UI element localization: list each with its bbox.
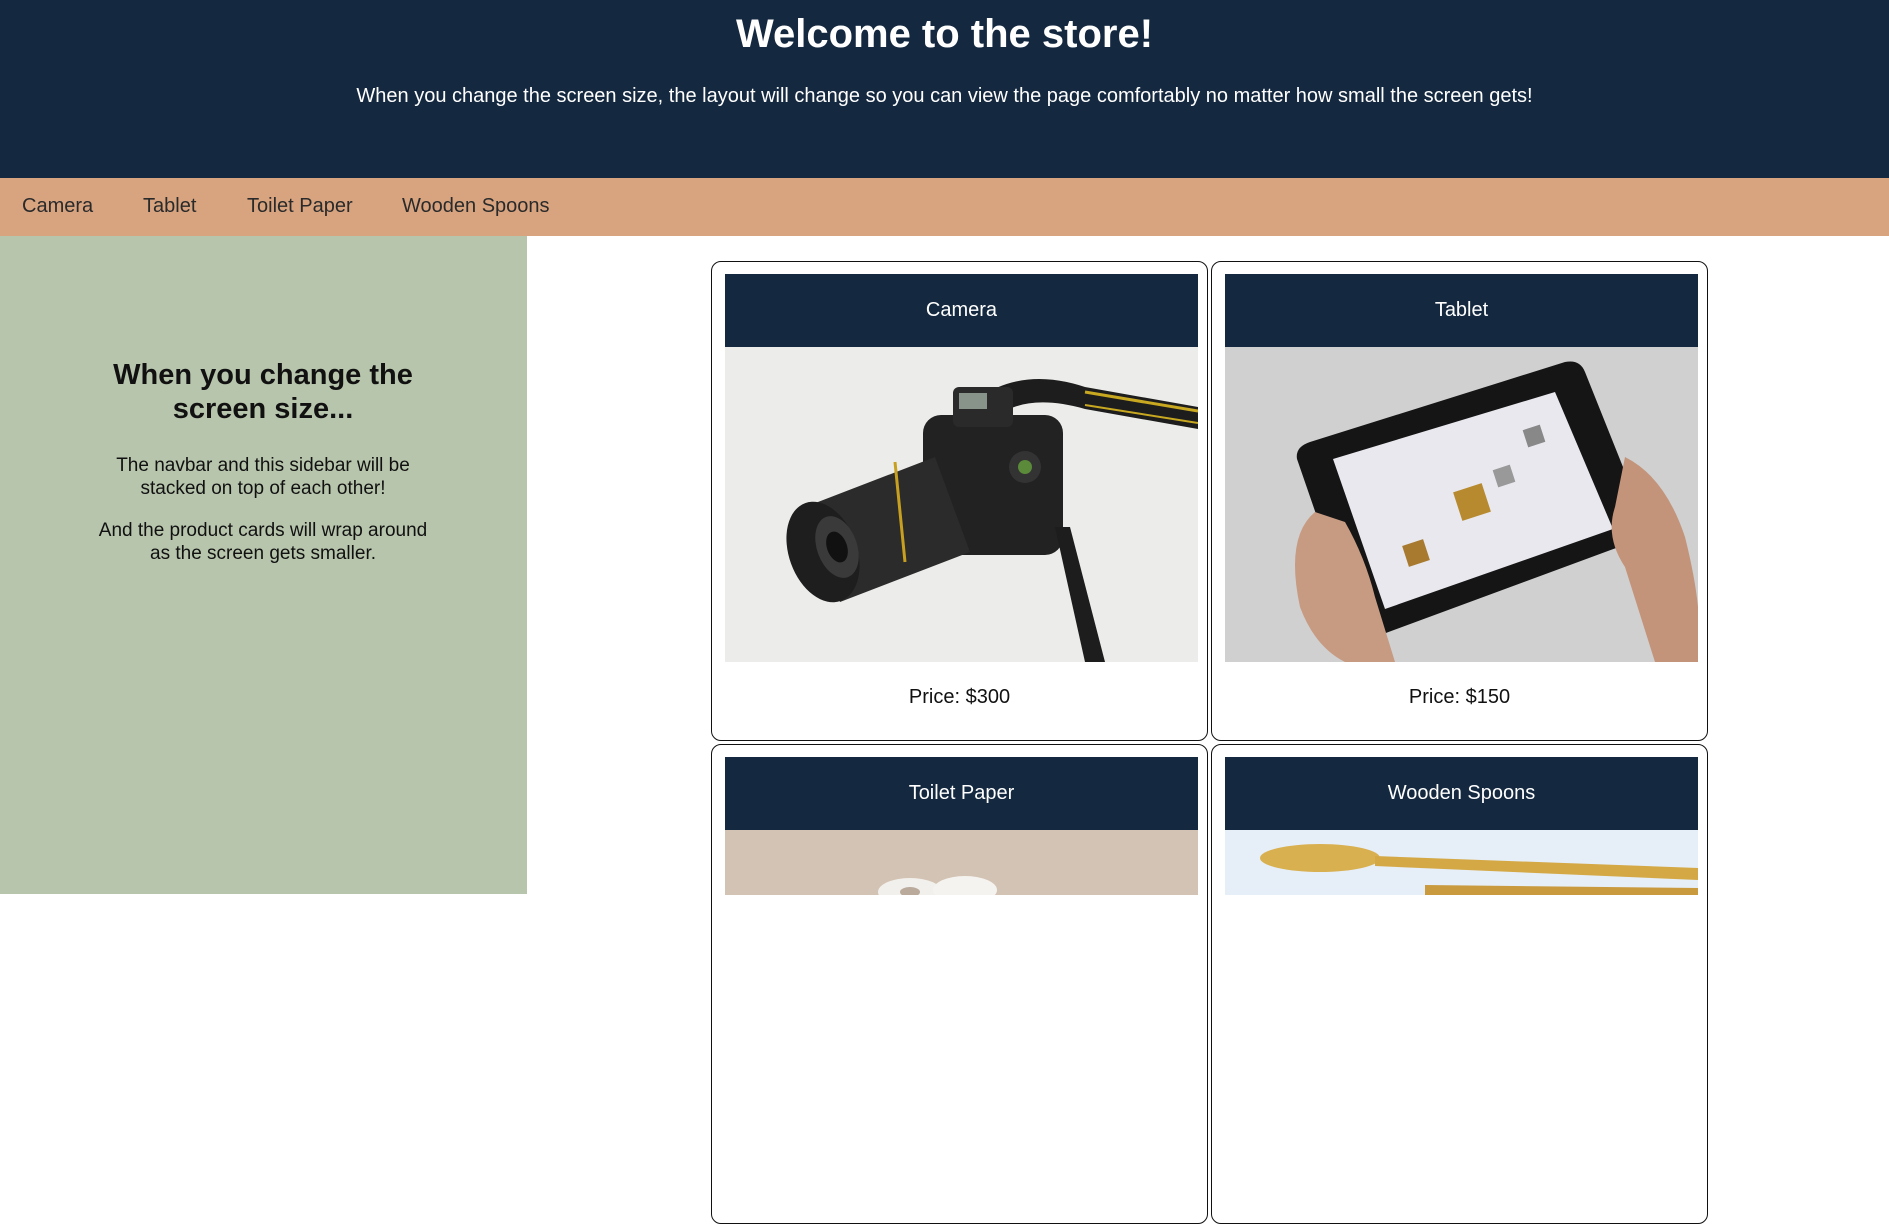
sidebar: When you change the screen size... The n… <box>0 236 527 894</box>
page-title: Welcome to the store! <box>735 12 1154 56</box>
page-subtitle: When you change the screen size, the lay… <box>356 85 1533 107</box>
tablet-image <box>1225 347 1698 662</box>
product-card-title: Camera <box>725 274 1198 347</box>
product-card-title: Toilet Paper <box>725 757 1198 830</box>
product-card-tablet[interactable]: Tablet Price: $150 <box>1211 261 1708 741</box>
nav-item-toilet-paper[interactable]: Toilet Paper <box>225 178 375 236</box>
nav-item-camera[interactable]: Camera <box>0 178 115 236</box>
wooden-spoons-image <box>1225 830 1698 895</box>
sidebar-paragraph-navbar: The navbar and this sidebar will be stac… <box>116 455 410 499</box>
product-price: Price: $300 <box>908 686 1011 708</box>
nav-item-tablet[interactable]: Tablet <box>121 178 218 236</box>
product-card-wooden-spoons[interactable]: Wooden Spoons <box>1211 744 1708 1224</box>
sidebar-heading: When you change the screen size... <box>113 359 413 425</box>
sidebar-paragraph-cards: And the product cards will wrap around a… <box>98 520 428 564</box>
product-card-title: Tablet <box>1225 274 1698 347</box>
product-card-title: Wooden Spoons <box>1225 757 1698 830</box>
site-header: Welcome to the store! When you change th… <box>0 0 1889 178</box>
product-card-camera[interactable]: Camera Price: $300 <box>711 261 1208 741</box>
navbar: Camera Tablet Toilet Paper Wooden Spoons <box>0 178 1889 236</box>
camera-image <box>725 347 1198 662</box>
nav-item-wooden-spoons[interactable]: Wooden Spoons <box>380 178 572 236</box>
product-card-toilet-paper[interactable]: Toilet Paper <box>711 744 1208 1224</box>
product-price: Price: $150 <box>1408 686 1511 708</box>
toilet-paper-image <box>725 830 1198 895</box>
